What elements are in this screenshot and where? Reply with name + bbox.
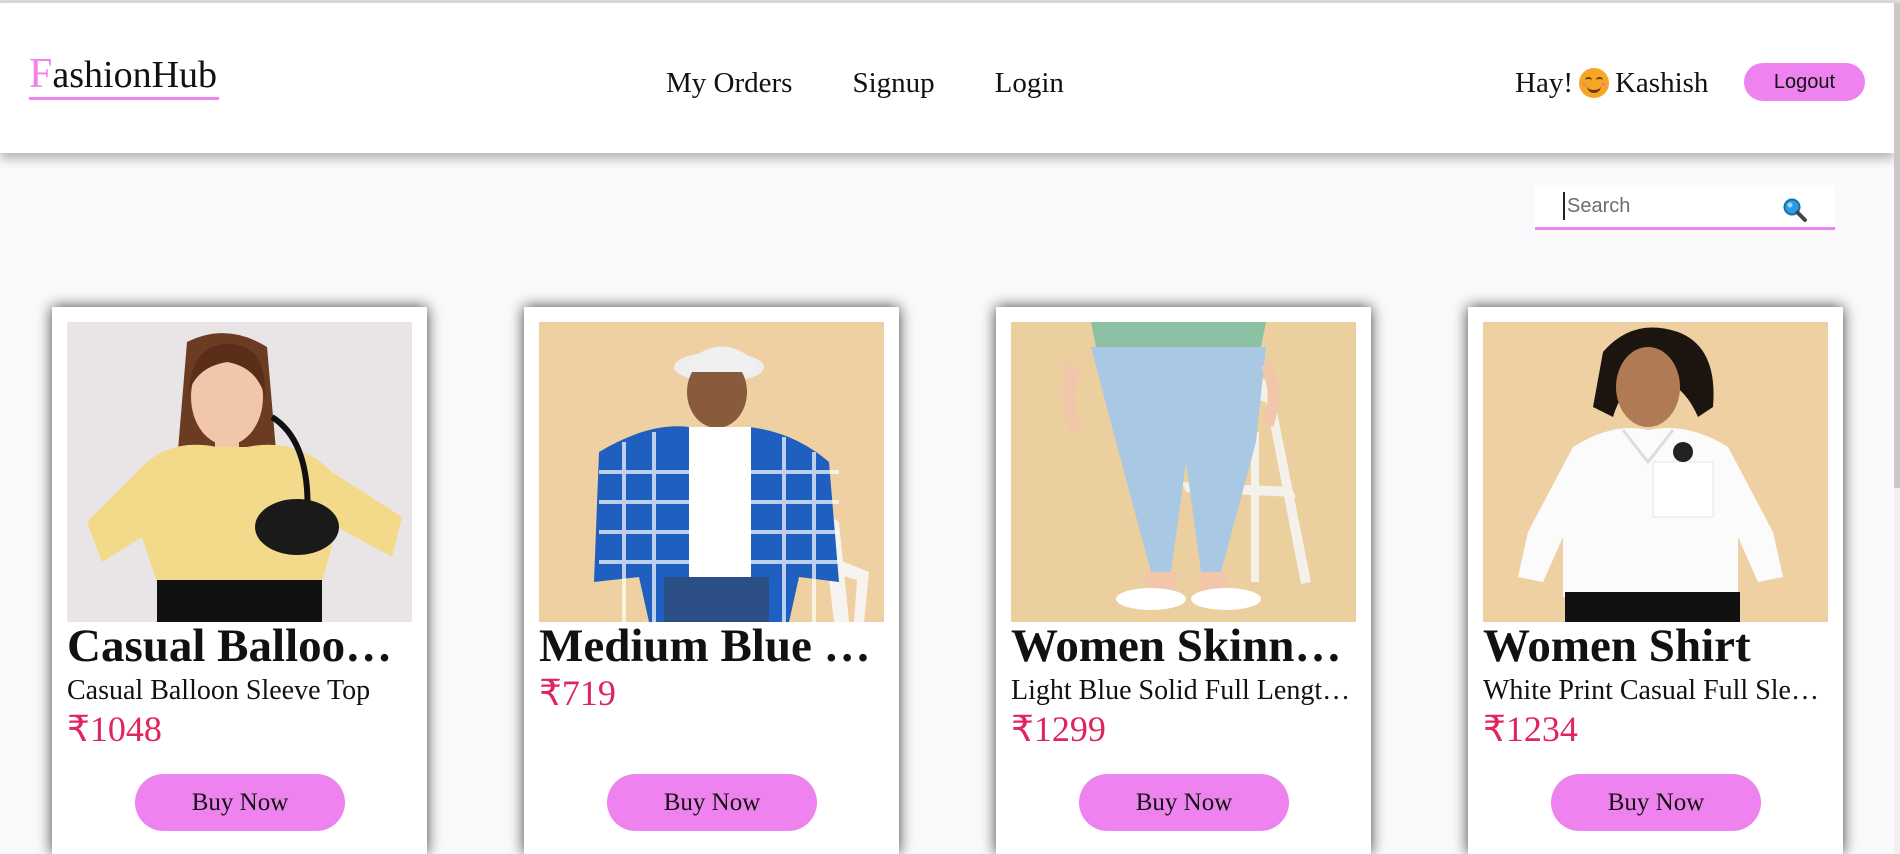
scrollbar-thumb[interactable] bbox=[1894, 3, 1900, 488]
magnifier-icon[interactable] bbox=[1782, 197, 1808, 223]
nav-login[interactable]: Login bbox=[995, 61, 1064, 105]
product-title[interactable]: Medium Blue Checked Shirt bbox=[539, 619, 889, 673]
nav-signup[interactable]: Signup bbox=[852, 61, 934, 105]
product-description: Light Blue Solid Full Length Jeans bbox=[1011, 675, 1356, 706]
buy-now-button[interactable]: Buy Now bbox=[1551, 774, 1761, 831]
user-name: Kashish bbox=[1614, 67, 1709, 99]
buy-now-button[interactable]: Buy Now bbox=[135, 774, 345, 831]
user-greeting: Hay! Kashish bbox=[1515, 61, 1708, 105]
product-image-balloon-top[interactable] bbox=[67, 322, 412, 622]
search-bar bbox=[1535, 185, 1835, 230]
product-card: Casual Balloon Sleeve Top Casual Balloon… bbox=[52, 307, 427, 854]
smiling-face-icon bbox=[1578, 68, 1609, 98]
product-price: ₹719 bbox=[539, 673, 616, 713]
product-price: ₹1048 bbox=[67, 709, 162, 749]
product-title[interactable]: Casual Balloon Sleeve Top bbox=[67, 619, 417, 673]
product-price: ₹1299 bbox=[1011, 709, 1106, 749]
nav-my-orders[interactable]: My Orders bbox=[666, 61, 792, 105]
buy-now-button[interactable]: Buy Now bbox=[607, 774, 817, 831]
product-card: Medium Blue Checked Shirt ₹719 Buy Now bbox=[524, 307, 899, 854]
product-image-checked-shirt[interactable] bbox=[539, 322, 884, 622]
product-description: White Print Casual Full Sleeve Shirt bbox=[1483, 675, 1828, 706]
product-title[interactable]: Women Skinny Jeans bbox=[1011, 619, 1361, 673]
product-image-white-shirt[interactable] bbox=[1483, 322, 1828, 622]
product-image-skinny-jeans[interactable] bbox=[1011, 322, 1356, 622]
product-price: ₹1234 bbox=[1483, 709, 1578, 749]
product-card: Women Shirt White Print Casual Full Slee… bbox=[1468, 307, 1843, 854]
main-nav: My Orders Signup Login bbox=[666, 61, 1124, 105]
logo-text: ashionHub bbox=[52, 54, 218, 96]
top-navbar: FashionHub My Orders Signup Login Hay! K… bbox=[0, 3, 1894, 153]
search-input[interactable] bbox=[1563, 192, 1779, 220]
logout-button[interactable]: Logout bbox=[1744, 63, 1865, 101]
product-description: Casual Balloon Sleeve Top bbox=[67, 675, 371, 706]
buy-now-button[interactable]: Buy Now bbox=[1079, 774, 1289, 831]
site-logo[interactable]: FashionHub bbox=[29, 51, 220, 100]
logo-initial: F bbox=[29, 51, 53, 97]
product-title[interactable]: Women Shirt bbox=[1483, 619, 1833, 673]
greeting-prefix: Hay! bbox=[1515, 67, 1573, 99]
product-card: Women Skinny Jeans Light Blue Solid Full… bbox=[996, 307, 1371, 854]
